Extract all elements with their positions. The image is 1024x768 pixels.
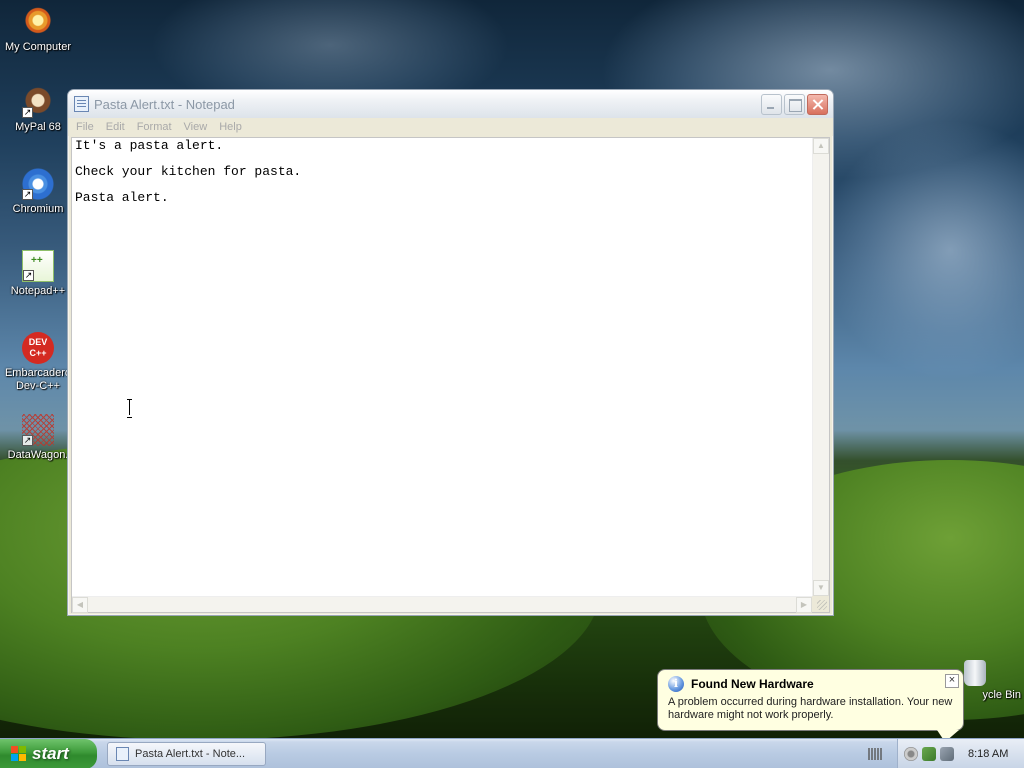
notepad-app-icon: [116, 747, 129, 761]
desktop-icon-label: MyPal 68: [15, 121, 61, 133]
menu-help[interactable]: Help: [219, 121, 248, 133]
text-line: Pasta alert.: [75, 190, 169, 205]
scroll-up-arrow-icon[interactable]: ▲: [813, 138, 829, 154]
shortcut-arrow-icon: ↗: [22, 435, 33, 446]
windows-logo-icon: [11, 746, 28, 762]
text-cursor-icon: [125, 399, 135, 418]
found-new-hardware-balloon[interactable]: i Found New Hardware × A problem occurre…: [657, 669, 964, 731]
start-label: start: [32, 744, 69, 763]
scroll-down-arrow-icon[interactable]: ▼: [813, 580, 829, 596]
resize-grip-icon[interactable]: [812, 596, 829, 612]
desktop-icon-dev-cpp[interactable]: DEV C++ Embarcadero Dev-C++: [0, 332, 76, 393]
taskbar-button-label: Pasta Alert.txt - Note...: [135, 748, 246, 760]
tray-hardware-icon[interactable]: [922, 747, 936, 761]
desktop-icon-label: Embarcadero Dev-C++: [4, 367, 72, 392]
text-content[interactable]: It's a pasta alert. Check your kitchen f…: [72, 138, 811, 596]
notepad-window[interactable]: Pasta Alert.txt - Notepad File Edit Form…: [67, 89, 834, 616]
mypal-browser-icon: ↗: [22, 86, 54, 118]
desktop-icon-mypal[interactable]: ↗ MyPal 68: [0, 86, 76, 134]
menu-view[interactable]: View: [184, 121, 214, 133]
tray-safely-remove-icon[interactable]: [940, 747, 954, 761]
dev-cpp-icon-badge: DEV C++: [28, 337, 48, 358]
dev-cpp-icon: DEV C++: [22, 332, 54, 364]
close-button[interactable]: [807, 93, 828, 115]
horizontal-scrollbar[interactable]: ◀ ▶: [72, 596, 812, 613]
notepad-plus-plus-icon: ++ ↗: [22, 250, 54, 282]
system-tray: 8:18 AM: [897, 739, 1024, 768]
desktop-icon-chromium[interactable]: ↗ Chromium: [0, 168, 76, 216]
start-button[interactable]: start: [0, 739, 97, 768]
balloon-close-button[interactable]: ×: [945, 674, 959, 688]
chromium-icon: ↗: [22, 168, 54, 200]
menu-format[interactable]: Format: [137, 121, 178, 133]
clock[interactable]: 8:18 AM: [968, 748, 1008, 760]
recycle-bin-icon: [964, 660, 986, 686]
desktop-icon-label: DataWagon.: [7, 449, 69, 461]
tray-network-icon[interactable]: [904, 747, 918, 761]
taskbar: start Pasta Alert.txt - Note... 8:18 AM: [0, 738, 1024, 768]
desktop-icon-label: My Computer: [4, 41, 72, 53]
shortcut-arrow-icon: ↗: [22, 107, 33, 118]
balloon-message: A problem occurred during hardware insta…: [668, 696, 953, 721]
menu-file[interactable]: File: [76, 121, 100, 133]
info-icon: i: [668, 676, 684, 692]
desktop-icon-datawagon[interactable]: ↗ DataWagon.: [0, 414, 76, 462]
desktop-icon-label: Chromium: [12, 203, 64, 215]
desktop-icon-my-computer[interactable]: My Computer: [0, 6, 76, 54]
scroll-left-arrow-icon[interactable]: ◀: [72, 597, 88, 613]
taskbar-button-notepad[interactable]: Pasta Alert.txt - Note...: [107, 742, 266, 766]
title-bar[interactable]: Pasta Alert.txt - Notepad: [68, 90, 833, 118]
notepad-app-icon[interactable]: [74, 96, 89, 112]
text-line: It's a pasta alert.: [75, 138, 224, 153]
shortcut-arrow-icon: ↗: [22, 189, 33, 200]
menu-edit[interactable]: Edit: [106, 121, 131, 133]
minimize-button[interactable]: [761, 93, 782, 115]
maximize-button[interactable]: [784, 93, 805, 115]
my-computer-icon: [22, 6, 54, 38]
text-line: Check your kitchen for pasta.: [75, 164, 302, 179]
balloon-title: Found New Hardware: [691, 677, 814, 691]
desktop-icon-label: Notepad++: [10, 285, 66, 297]
window-title: Pasta Alert.txt - Notepad: [94, 96, 235, 112]
keyboard-icon[interactable]: [868, 748, 882, 760]
text-editor[interactable]: It's a pasta alert. Check your kitchen f…: [71, 137, 830, 613]
scroll-right-arrow-icon[interactable]: ▶: [796, 597, 812, 613]
datawagon-icon: ↗: [22, 414, 54, 446]
menu-bar: File Edit Format View Help: [68, 118, 833, 136]
shortcut-arrow-icon: ↗: [23, 270, 34, 281]
vertical-scrollbar[interactable]: ▲ ▼: [812, 138, 829, 596]
desktop-icon-notepad-plus-plus[interactable]: ++ ↗ Notepad++: [0, 250, 76, 298]
